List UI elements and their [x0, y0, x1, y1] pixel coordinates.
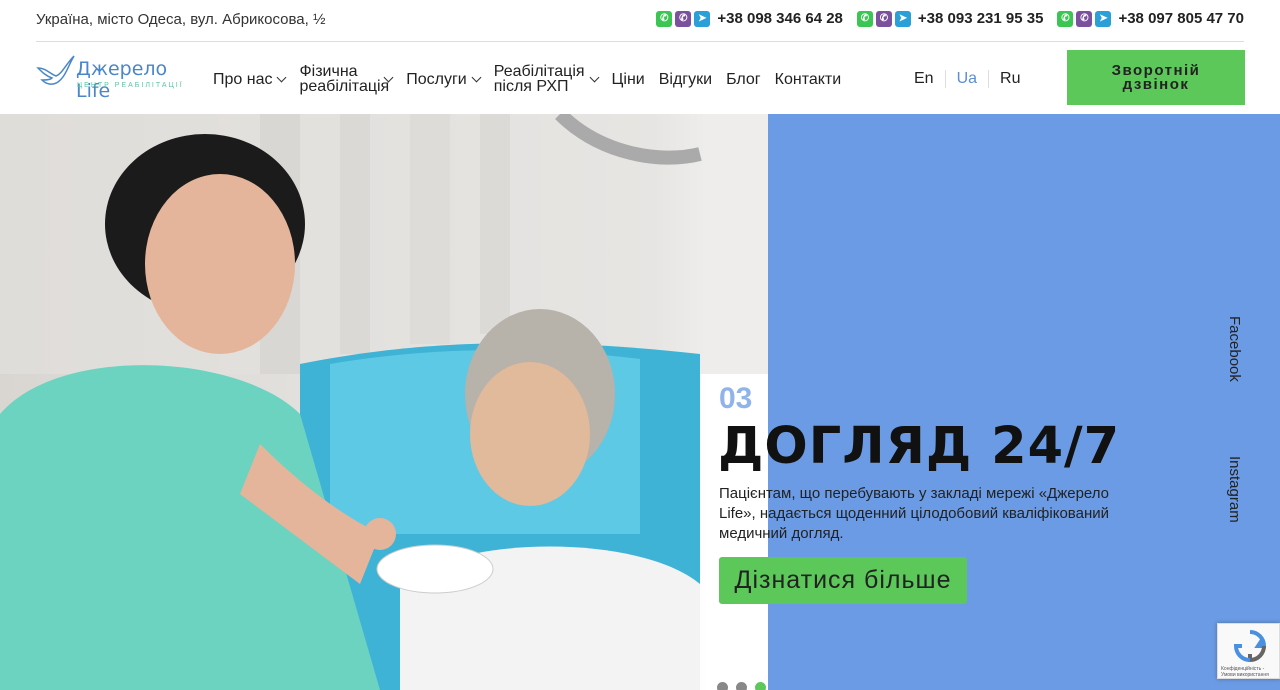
menu-item-prices[interactable]: Ціни [612, 71, 645, 87]
menu-label: Послуги [406, 70, 467, 88]
phone-group-1: ✆ ✆ ➤ +38 098 346 64 28 [656, 10, 843, 27]
lang-en[interactable]: En [914, 70, 945, 88]
logo[interactable]: Джерело Life ЦЕНТР РЕАБІЛІТАЦІЇ [36, 52, 186, 102]
menu-label: Реабілітація після РХП [493, 63, 585, 95]
top-bar: Україна, місто Одеса, вул. Абрикосова, ½… [0, 0, 1280, 40]
logo-name: Джерело Life [76, 58, 168, 102]
main-nav: Джерело Life ЦЕНТР РЕАБІЛІТАЦІЇ Про нас … [0, 42, 1280, 114]
lang-ua[interactable]: Ua [944, 70, 988, 88]
hero-photo [0, 114, 768, 690]
slide-description: Пацієнтам, що перебувають у закладі мере… [719, 485, 1110, 542]
phone-list: ✆ ✆ ➤ +38 098 346 64 28 ✆ ✆ ➤ +38 093 23… [656, 10, 1244, 27]
recaptcha-text: Конфіденційність - Умови використання [1221, 666, 1269, 678]
whatsapp-icon[interactable]: ✆ [656, 10, 673, 27]
slider-dot-1[interactable] [717, 682, 728, 690]
menu-item-physical-rehab[interactable]: Фізична реабілітація [299, 63, 394, 95]
menu-item-blog[interactable]: Блог [726, 71, 761, 87]
facebook-link[interactable]: Facebook [1226, 316, 1243, 382]
whatsapp-icon[interactable]: ✆ [856, 10, 873, 27]
phone-group-3: ✆ ✆ ➤ +38 097 805 47 70 [1057, 10, 1244, 27]
slider-dot-3[interactable] [755, 682, 766, 690]
menu-item-about[interactable]: Про нас [213, 70, 287, 88]
chevron-down-icon [277, 72, 287, 82]
recaptcha-icon [1233, 630, 1267, 663]
phone-link-1[interactable]: +38 098 346 64 28 [717, 10, 843, 27]
viber-icon[interactable]: ✆ [1076, 10, 1093, 27]
phone-link-3[interactable]: +38 097 805 47 70 [1118, 10, 1244, 27]
menu-item-rehab-after-rhp[interactable]: Реабілітація після РХП [493, 63, 599, 95]
phone-link-2[interactable]: +38 093 231 95 35 [918, 10, 1044, 27]
slider-dot-2[interactable] [736, 682, 747, 690]
logo-subtitle: ЦЕНТР РЕАБІЛІТАЦІЇ [77, 82, 184, 89]
chevron-down-icon [471, 72, 482, 82]
lang-ru[interactable]: Ru [988, 70, 1031, 88]
viber-icon[interactable]: ✆ [875, 10, 892, 27]
slide-title: ДОГЛЯД 24/7 [718, 417, 1121, 476]
slider-dots [717, 682, 766, 690]
menu-item-services[interactable]: Послуги [406, 70, 482, 88]
telegram-icon[interactable]: ➤ [1095, 10, 1112, 27]
recaptcha-badge[interactable]: Конфіденційність - Умови використання [1217, 623, 1280, 679]
callback-button[interactable]: Зворотній дзвінок [1067, 50, 1245, 105]
instagram-link[interactable]: Instagram [1226, 456, 1243, 523]
telegram-icon[interactable]: ➤ [694, 10, 711, 27]
slide-number: 03 [719, 382, 753, 415]
menu-item-reviews[interactable]: Відгуки [659, 71, 712, 87]
menu-item-contacts[interactable]: Контакти [775, 71, 842, 87]
whatsapp-icon[interactable]: ✆ [1057, 10, 1074, 27]
phone-group-2: ✆ ✆ ➤ +38 093 231 95 35 [856, 10, 1044, 27]
telegram-icon[interactable]: ➤ [894, 10, 911, 27]
menu: Про нас Фізична реабілітація Послуги Реаб… [213, 63, 842, 95]
menu-label: Про нас [213, 70, 273, 88]
viber-icon[interactable]: ✆ [675, 10, 692, 27]
language-switcher: En Ua Ru [914, 70, 1031, 88]
learn-more-button[interactable]: Дізнатися більше [719, 557, 967, 604]
address: Україна, місто Одеса, вул. Абрикосова, ½ [36, 11, 326, 28]
chevron-down-icon [589, 72, 599, 82]
hero-slider: 03 ДОГЛЯД 24/7 Пацієнтам, що перебувають… [0, 114, 1280, 690]
dove-icon [36, 55, 75, 85]
menu-label: Фізична реабілітація [299, 63, 390, 95]
